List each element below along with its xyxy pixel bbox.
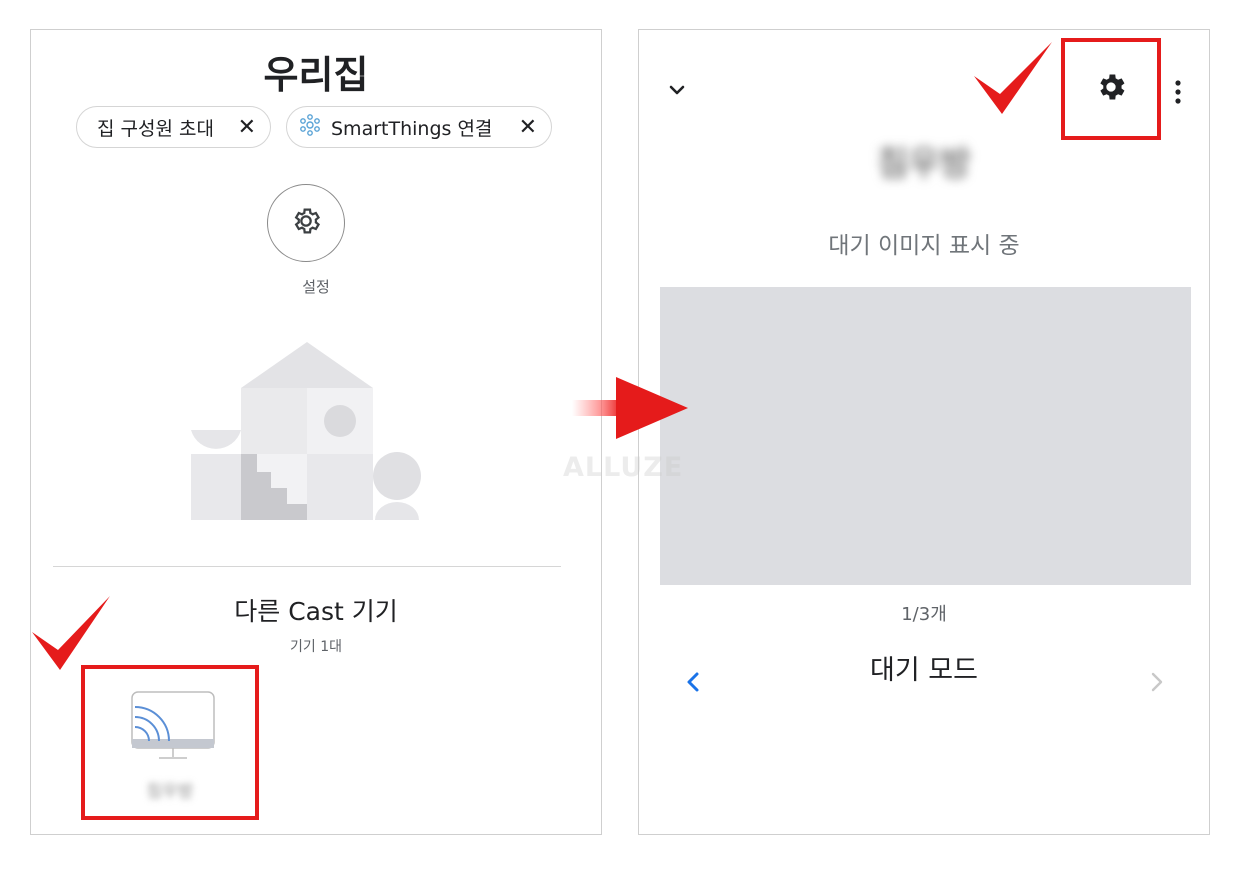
transition-arrow-icon (572, 375, 690, 445)
device-settings-button[interactable] (1061, 38, 1161, 140)
checkmark-annotation (972, 38, 1054, 120)
device-title: 침우방 (877, 144, 971, 184)
ambient-mode-title: 대기 모드 (870, 655, 978, 686)
more-vert-icon[interactable] (1172, 78, 1184, 110)
cast-section-title: 다른 Cast 기기 (234, 597, 398, 626)
watermark-text: ALLUZE (563, 452, 684, 483)
settings-label: 설정 (302, 278, 330, 296)
chevron-right-icon[interactable] (1147, 668, 1167, 702)
home-title: 우리집 (263, 53, 369, 97)
ambient-image-preview (660, 287, 1191, 585)
settings-gear-icon (290, 205, 322, 241)
settings-button[interactable] (267, 184, 345, 262)
chevron-left-icon[interactable] (683, 668, 703, 702)
close-icon[interactable]: ✕ (238, 115, 256, 140)
device-detail-panel: 침우방 대기 이미지 표시 중 1/3개 대기 모드 (638, 29, 1210, 835)
cast-device-tile[interactable]: 침우방 (81, 665, 259, 820)
chip-label: 집 구성원 초대 (97, 117, 214, 140)
section-divider (53, 566, 561, 567)
ambient-status-text: 대기 이미지 표시 중 (828, 233, 1020, 259)
cast-device-name: 침우방 (146, 782, 194, 802)
gear-icon (1094, 70, 1128, 108)
checkmark-annotation (30, 592, 112, 676)
page-indicator: 1/3개 (901, 604, 947, 625)
cast-device-count: 기기 1대 (290, 639, 342, 655)
invite-members-chip[interactable]: 집 구성원 초대 ✕ (76, 106, 271, 148)
close-icon[interactable]: ✕ (519, 115, 537, 140)
home-illustration (191, 342, 427, 526)
chip-label: SmartThings 연결 (331, 117, 493, 140)
chevron-down-icon[interactable] (665, 78, 689, 106)
cast-device-icon (131, 691, 215, 767)
home-screen-panel: 우리집 집 구성원 초대 ✕ SmartThings 연결 ✕ 설정 다른 Ca… (30, 29, 602, 835)
smartthings-icon (297, 112, 323, 143)
smartthings-connect-chip[interactable]: SmartThings 연결 ✕ (286, 106, 552, 148)
